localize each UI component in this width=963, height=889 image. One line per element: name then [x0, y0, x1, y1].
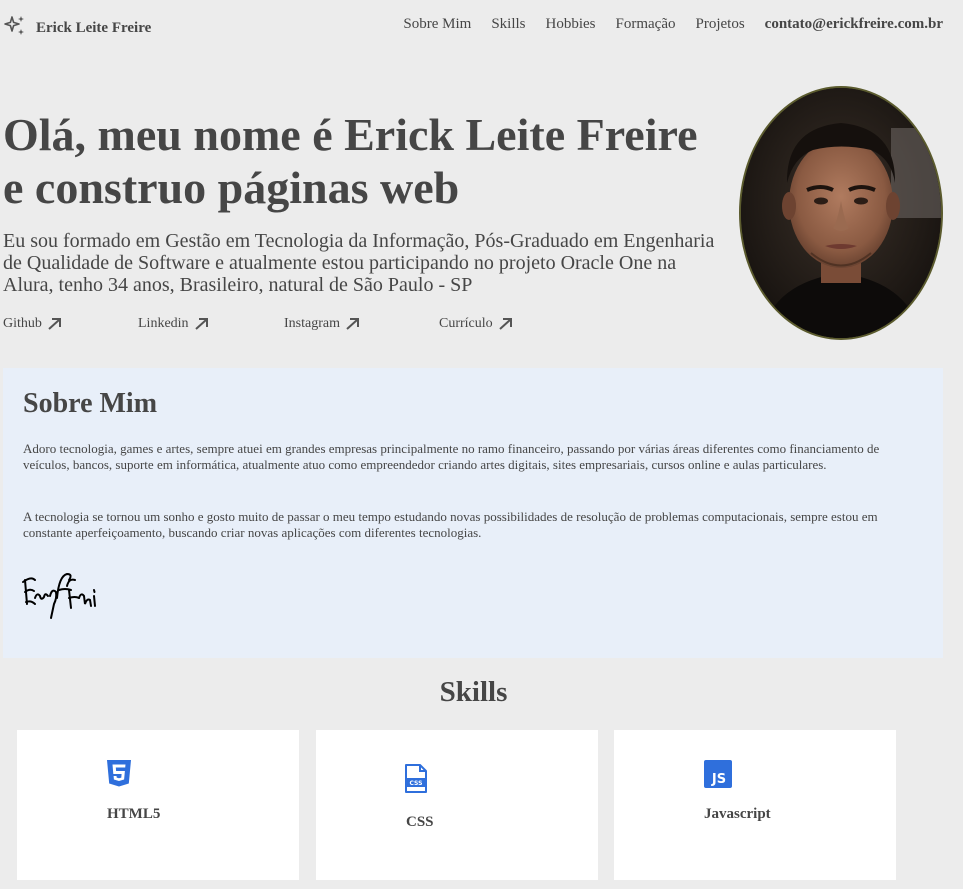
skill-card-html5: HTML5 — [17, 730, 299, 880]
linkedin-link-label: Linkedin — [138, 316, 189, 331]
instagram-link[interactable]: Instagram — [284, 316, 361, 332]
contact-email-link[interactable]: contato@erickfreire.com.br — [765, 16, 943, 33]
curriculo-link-label: Currículo — [439, 316, 493, 331]
arrow-up-right-icon — [498, 318, 512, 330]
nav-link-projetos[interactable]: Projetos — [695, 16, 744, 33]
skill-label-html5: HTML5 — [107, 806, 161, 822]
svg-text:CSS: CSS — [410, 780, 423, 787]
github-link-label: Github — [3, 316, 42, 331]
nav-link-sobre-mim[interactable]: Sobre Mim — [403, 16, 471, 33]
github-link[interactable]: Github — [3, 316, 63, 332]
curriculo-link[interactable]: Currículo — [439, 316, 514, 332]
brand[interactable]: Erick Leite Freire — [3, 14, 151, 43]
arrow-up-right-icon — [346, 318, 359, 330]
skill-label-javascript: Javascript — [704, 806, 771, 822]
arrow-up-right-icon — [48, 318, 61, 330]
nav-link-skills[interactable]: Skills — [491, 16, 525, 33]
hero-description: Eu sou formado em Gestão em Tecnologia d… — [3, 230, 715, 296]
linkedin-link[interactable]: Linkedin — [138, 316, 210, 332]
profile-photo — [739, 86, 943, 340]
sobre-mim-section: Sobre Mim Adoro tecnologia, games e arte… — [3, 368, 943, 658]
main-nav: Sobre Mim Skills Hobbies Formação Projet… — [403, 16, 943, 33]
sobre-mim-paragraph-1: Adoro tecnologia, games e artes, sempre … — [23, 441, 880, 472]
svg-text:JS: JS — [711, 772, 726, 787]
skills-title: Skills — [439, 676, 508, 708]
css-file-icon: CSS — [404, 764, 428, 799]
header: Erick Leite Freire Sobre Mim Skills Hobb… — [0, 0, 963, 50]
skill-card-javascript: JS Javascript — [614, 730, 896, 880]
html5-icon — [106, 759, 132, 792]
nav-link-hobbies[interactable]: Hobbies — [546, 16, 596, 33]
skill-card-css: CSS CSS — [316, 730, 598, 880]
instagram-link-label: Instagram — [284, 316, 340, 331]
skill-label-css: CSS — [406, 814, 434, 830]
js-icon: JS — [704, 760, 732, 793]
hero-title: Olá, meu nome é Erick Leite Freire e con… — [3, 109, 698, 213]
signature-image — [21, 568, 101, 625]
sparkle-icon — [3, 14, 27, 43]
sobre-mim-paragraph-2: A tecnologia se tornou um sonho e gosto … — [23, 509, 878, 540]
social-links: Github Linkedin Instagram Currículo — [0, 316, 700, 336]
sobre-mim-title: Sobre Mim — [23, 388, 158, 419]
nav-link-formacao[interactable]: Formação — [616, 16, 676, 33]
brand-name: Erick Leite Freire — [36, 20, 152, 36]
arrow-up-right-icon — [194, 318, 208, 330]
